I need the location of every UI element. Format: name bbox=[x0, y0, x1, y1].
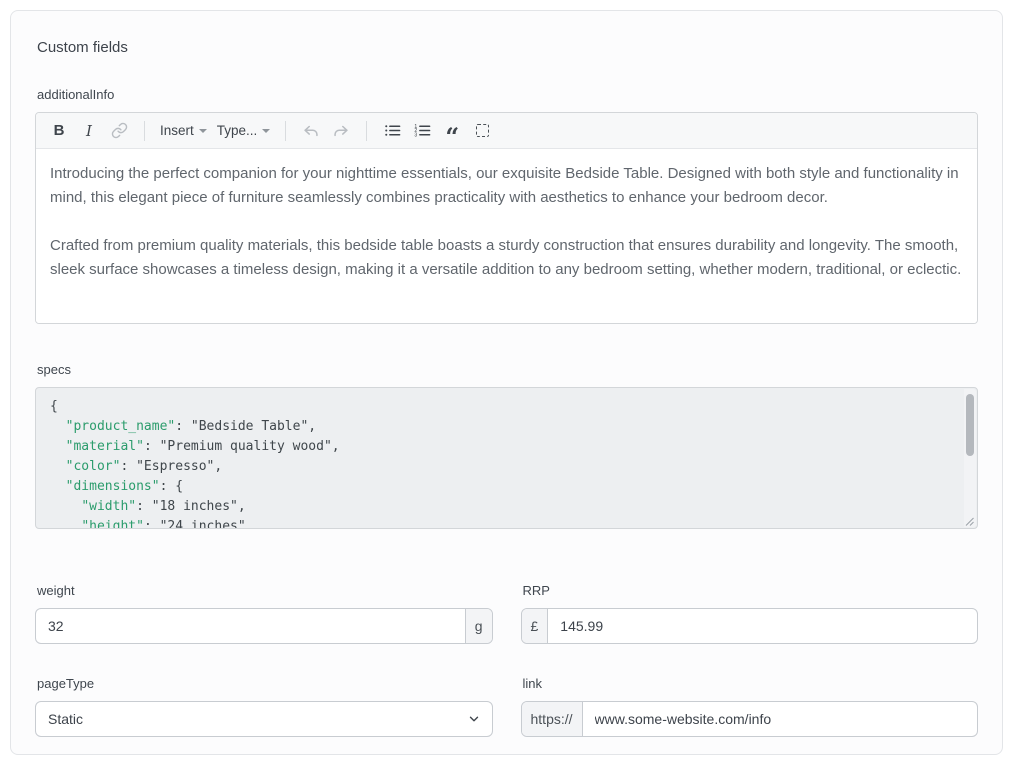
type-dropdown[interactable]: Type... bbox=[214, 118, 274, 144]
specs-code: { "product_name": "Bedside Table", "mate… bbox=[36, 388, 977, 529]
rrp-label: RRP bbox=[523, 583, 979, 598]
weight-field-group: weight g bbox=[35, 583, 493, 644]
chevron-down-icon bbox=[262, 129, 270, 133]
svg-text:3: 3 bbox=[414, 133, 417, 139]
editor-content[interactable]: Introducing the perfect companion for yo… bbox=[36, 149, 977, 323]
link-button[interactable] bbox=[106, 118, 132, 144]
bold-button[interactable]: B bbox=[46, 118, 72, 144]
chevron-down-icon bbox=[467, 712, 481, 726]
page-type-select[interactable]: Static bbox=[35, 701, 493, 737]
additional-info-label: additionalInfo bbox=[37, 87, 978, 102]
blockquote-icon: “ bbox=[445, 120, 459, 142]
embed-button[interactable] bbox=[469, 118, 495, 144]
link-icon bbox=[111, 122, 128, 139]
page-type-label: pageType bbox=[37, 676, 493, 691]
weight-unit-addon: g bbox=[465, 609, 492, 643]
toolbar-divider bbox=[285, 121, 286, 141]
custom-fields-card: Custom fields additionalInfo B I Insert … bbox=[10, 10, 1003, 755]
weight-label: weight bbox=[37, 583, 493, 598]
ordered-list-icon: 1 2 3 bbox=[414, 122, 431, 139]
link-field-group: link https:// bbox=[521, 676, 979, 737]
undo-icon bbox=[302, 122, 320, 140]
scrollbar-track[interactable] bbox=[964, 389, 976, 527]
link-label: link bbox=[523, 676, 979, 691]
currency-addon: £ bbox=[522, 609, 549, 643]
toolbar-divider bbox=[144, 121, 145, 141]
scrollbar-thumb[interactable] bbox=[966, 394, 974, 456]
toolbar-divider bbox=[366, 121, 367, 141]
chevron-down-icon bbox=[199, 129, 207, 133]
link-input[interactable] bbox=[583, 702, 977, 736]
editor-paragraph: Introducing the perfect companion for yo… bbox=[50, 162, 963, 210]
weight-input[interactable] bbox=[36, 609, 465, 643]
specs-label: specs bbox=[37, 362, 978, 377]
redo-icon bbox=[332, 122, 350, 140]
ordered-list-button[interactable]: 1 2 3 bbox=[409, 118, 435, 144]
italic-button[interactable]: I bbox=[76, 118, 102, 144]
undo-button[interactable] bbox=[298, 118, 324, 144]
editor-paragraph: Crafted from premium quality materials, … bbox=[50, 234, 963, 282]
bullet-list-button[interactable] bbox=[379, 118, 405, 144]
editor-toolbar: B I Insert Type... bbox=[36, 113, 977, 149]
card-title: Custom fields bbox=[37, 39, 978, 56]
dashed-square-icon bbox=[476, 124, 489, 137]
page-type-field-group: pageType Static bbox=[35, 676, 493, 737]
bullet-list-icon bbox=[384, 122, 401, 139]
specs-code-textarea[interactable]: { "product_name": "Bedside Table", "mate… bbox=[35, 387, 978, 529]
protocol-addon: https:// bbox=[522, 702, 583, 736]
insert-dropdown[interactable]: Insert bbox=[157, 118, 210, 144]
resize-handle-icon[interactable] bbox=[965, 517, 974, 526]
rrp-field-group: RRP £ bbox=[521, 583, 979, 644]
redo-button[interactable] bbox=[328, 118, 354, 144]
rich-text-editor: B I Insert Type... bbox=[35, 112, 978, 324]
rrp-input[interactable] bbox=[548, 609, 977, 643]
page-type-selected-value: Static bbox=[48, 711, 83, 727]
blockquote-button[interactable]: “ bbox=[439, 118, 465, 144]
